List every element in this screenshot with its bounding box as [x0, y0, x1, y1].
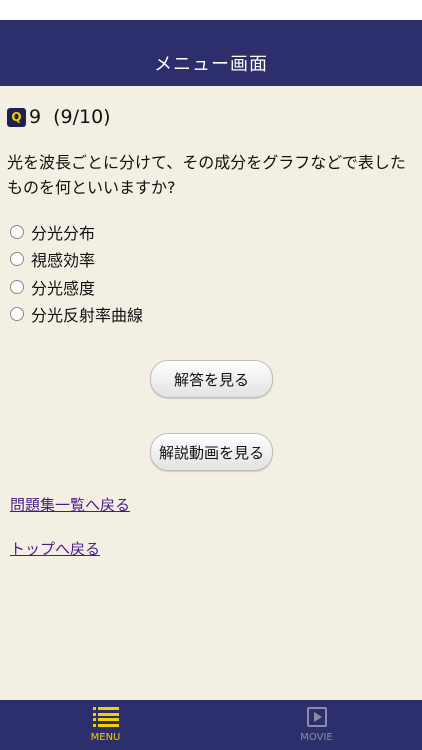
- choice-label: 分光分布: [31, 223, 96, 243]
- tab-bar: MENU MOVIE: [0, 700, 422, 750]
- choice-option-3[interactable]: 分光感度: [10, 273, 143, 301]
- choice-option-1[interactable]: 分光分布: [10, 218, 143, 246]
- tab-movie[interactable]: MOVIE: [211, 700, 422, 750]
- question-text: 光を波長ごとに分けて、その成分をグラフなどで表したものを何といいますか?: [7, 153, 406, 197]
- radio-button-icon[interactable]: [10, 279, 24, 294]
- status-bar: [0, 0, 422, 20]
- show-explanation-video-button[interactable]: 解説動画を見る: [150, 433, 273, 471]
- tab-menu[interactable]: MENU: [0, 700, 211, 750]
- choice-label: 分光反射率曲線: [31, 306, 144, 326]
- choice-option-4[interactable]: 分光反射率曲線: [10, 301, 143, 329]
- question-progress: (9/10): [53, 106, 111, 128]
- navigation-bar: メニュー画面: [0, 20, 422, 86]
- question-badge-icon: Q: [7, 107, 26, 127]
- nav-title: メニュー画面: [154, 54, 268, 75]
- tab-label: MOVIE: [300, 732, 333, 743]
- choice-option-2[interactable]: 視感効率: [10, 246, 143, 274]
- tab-label: MENU: [90, 732, 121, 743]
- show-answer-button[interactable]: 解答を見る: [150, 360, 273, 398]
- question-header: Q 9 (9/10): [7, 106, 111, 128]
- question-number: 9: [29, 106, 42, 128]
- choice-list: 分光分布 視感効率 分光感度 分光反射率曲線: [10, 218, 143, 328]
- radio-button-icon[interactable]: [10, 224, 24, 239]
- back-to-top-link[interactable]: トップへ戻る: [10, 538, 100, 559]
- radio-button-icon[interactable]: [10, 252, 24, 267]
- quiz-content: Q 9 (9/10) 光を波長ごとに分けて、その成分をグラフなどで表したものを何…: [0, 86, 422, 700]
- choice-label: 視感効率: [31, 251, 96, 271]
- choice-label: 分光感度: [31, 278, 96, 298]
- back-to-question-list-link[interactable]: 問題集一覧へ戻る: [10, 494, 130, 515]
- menu-list-icon: [92, 707, 119, 727]
- radio-button-icon[interactable]: [10, 307, 24, 322]
- movie-play-icon: [306, 707, 327, 727]
